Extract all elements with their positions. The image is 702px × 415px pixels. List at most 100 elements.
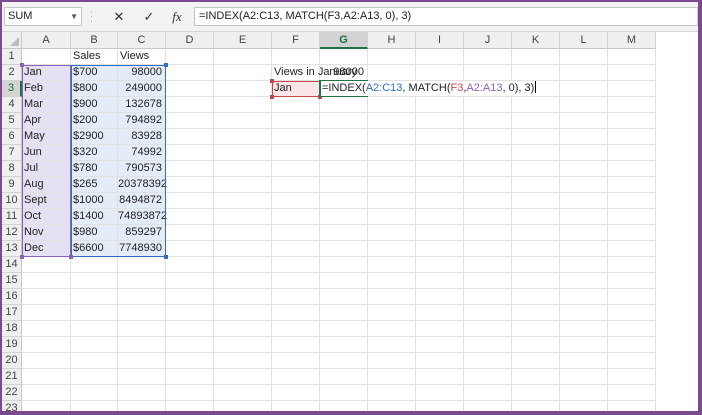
cell[interactable] bbox=[608, 177, 656, 193]
cell[interactable]: $1400 bbox=[71, 209, 118, 225]
row-header-2[interactable]: 2 bbox=[2, 65, 22, 81]
cell[interactable] bbox=[608, 305, 656, 321]
cell[interactable] bbox=[272, 97, 320, 113]
cell[interactable]: $700 bbox=[71, 65, 118, 81]
cell[interactable] bbox=[416, 241, 464, 257]
cell[interactable] bbox=[608, 209, 656, 225]
cell[interactable] bbox=[464, 129, 512, 145]
cell[interactable] bbox=[272, 305, 320, 321]
cell[interactable] bbox=[166, 81, 214, 97]
row-header-13[interactable]: 13 bbox=[2, 241, 22, 257]
cell[interactable] bbox=[608, 257, 656, 273]
cell[interactable] bbox=[608, 369, 656, 385]
cell[interactable] bbox=[166, 353, 214, 369]
cell[interactable] bbox=[512, 97, 560, 113]
cell[interactable]: Apr bbox=[22, 113, 71, 129]
cell[interactable] bbox=[166, 369, 214, 385]
column-header-a[interactable]: A bbox=[22, 32, 71, 49]
cell[interactable] bbox=[464, 209, 512, 225]
cell[interactable]: Jun bbox=[22, 145, 71, 161]
cell[interactable]: 249000 bbox=[118, 81, 166, 97]
column-header-b[interactable]: B bbox=[71, 32, 118, 49]
cell[interactable] bbox=[214, 49, 272, 65]
cell[interactable] bbox=[464, 241, 512, 257]
cell[interactable] bbox=[608, 193, 656, 209]
cell[interactable] bbox=[22, 289, 71, 305]
cell[interactable] bbox=[368, 193, 416, 209]
cell[interactable] bbox=[464, 289, 512, 305]
cell[interactable] bbox=[71, 257, 118, 273]
cell[interactable] bbox=[512, 273, 560, 289]
row-header-19[interactable]: 19 bbox=[2, 337, 22, 353]
cell[interactable] bbox=[608, 97, 656, 113]
range-handle[interactable] bbox=[164, 63, 168, 67]
cell[interactable]: 98000 bbox=[320, 65, 368, 81]
cell[interactable] bbox=[118, 353, 166, 369]
cell[interactable] bbox=[166, 145, 214, 161]
cell[interactable] bbox=[464, 97, 512, 113]
column-header-j[interactable]: J bbox=[464, 32, 512, 49]
cell[interactable] bbox=[512, 225, 560, 241]
range-handle[interactable] bbox=[270, 79, 274, 83]
column-header-m[interactable]: M bbox=[608, 32, 656, 49]
cell[interactable] bbox=[71, 273, 118, 289]
cell[interactable] bbox=[22, 321, 71, 337]
row-header-12[interactable]: 12 bbox=[2, 225, 22, 241]
cell[interactable] bbox=[560, 257, 608, 273]
cell[interactable] bbox=[608, 273, 656, 289]
enter-button[interactable]: ✓ bbox=[139, 8, 159, 25]
cell[interactable]: Aug bbox=[22, 177, 71, 193]
cell[interactable] bbox=[608, 225, 656, 241]
cell[interactable] bbox=[166, 65, 214, 81]
cell[interactable] bbox=[166, 225, 214, 241]
row-header-23[interactable]: 23 bbox=[2, 401, 22, 411]
cell[interactable] bbox=[464, 321, 512, 337]
cell[interactable] bbox=[166, 257, 214, 273]
cell[interactable] bbox=[71, 289, 118, 305]
cell[interactable] bbox=[272, 49, 320, 65]
cell[interactable] bbox=[71, 401, 118, 411]
cell[interactable] bbox=[560, 225, 608, 241]
cell[interactable] bbox=[368, 209, 416, 225]
row-header-6[interactable]: 6 bbox=[2, 129, 22, 145]
cell[interactable] bbox=[272, 209, 320, 225]
cell[interactable] bbox=[22, 369, 71, 385]
cell[interactable] bbox=[512, 305, 560, 321]
cell[interactable]: 98000 bbox=[118, 65, 166, 81]
cell[interactable]: May bbox=[22, 129, 71, 145]
cell[interactable]: $265 bbox=[71, 177, 118, 193]
cell[interactable] bbox=[416, 273, 464, 289]
cell[interactable] bbox=[560, 129, 608, 145]
cell[interactable] bbox=[166, 97, 214, 113]
cell[interactable] bbox=[368, 129, 416, 145]
cell[interactable] bbox=[512, 113, 560, 129]
cell[interactable] bbox=[416, 113, 464, 129]
cell[interactable] bbox=[416, 193, 464, 209]
cell[interactable] bbox=[464, 145, 512, 161]
cell[interactable]: 794892 bbox=[118, 113, 166, 129]
cell[interactable] bbox=[118, 385, 166, 401]
row-header-7[interactable]: 7 bbox=[2, 145, 22, 161]
cell[interactable] bbox=[272, 337, 320, 353]
cell[interactable] bbox=[416, 49, 464, 65]
select-all-corner[interactable] bbox=[2, 32, 22, 49]
cell[interactable] bbox=[214, 129, 272, 145]
cell[interactable] bbox=[368, 401, 416, 411]
cell[interactable] bbox=[464, 401, 512, 411]
cell[interactable]: Mar bbox=[22, 97, 71, 113]
cell[interactable] bbox=[320, 289, 368, 305]
cell[interactable] bbox=[320, 177, 368, 193]
cell[interactable] bbox=[166, 289, 214, 305]
cell[interactable] bbox=[166, 241, 214, 257]
row-header-20[interactable]: 20 bbox=[2, 353, 22, 369]
cell[interactable] bbox=[166, 305, 214, 321]
cell[interactable] bbox=[512, 193, 560, 209]
cell[interactable] bbox=[214, 193, 272, 209]
row-header-16[interactable]: 16 bbox=[2, 289, 22, 305]
column-header-f[interactable]: F bbox=[272, 32, 320, 49]
cell[interactable]: 132678 bbox=[118, 97, 166, 113]
cell[interactable] bbox=[71, 385, 118, 401]
cell[interactable] bbox=[416, 145, 464, 161]
cell[interactable] bbox=[368, 273, 416, 289]
cell[interactable] bbox=[214, 225, 272, 241]
